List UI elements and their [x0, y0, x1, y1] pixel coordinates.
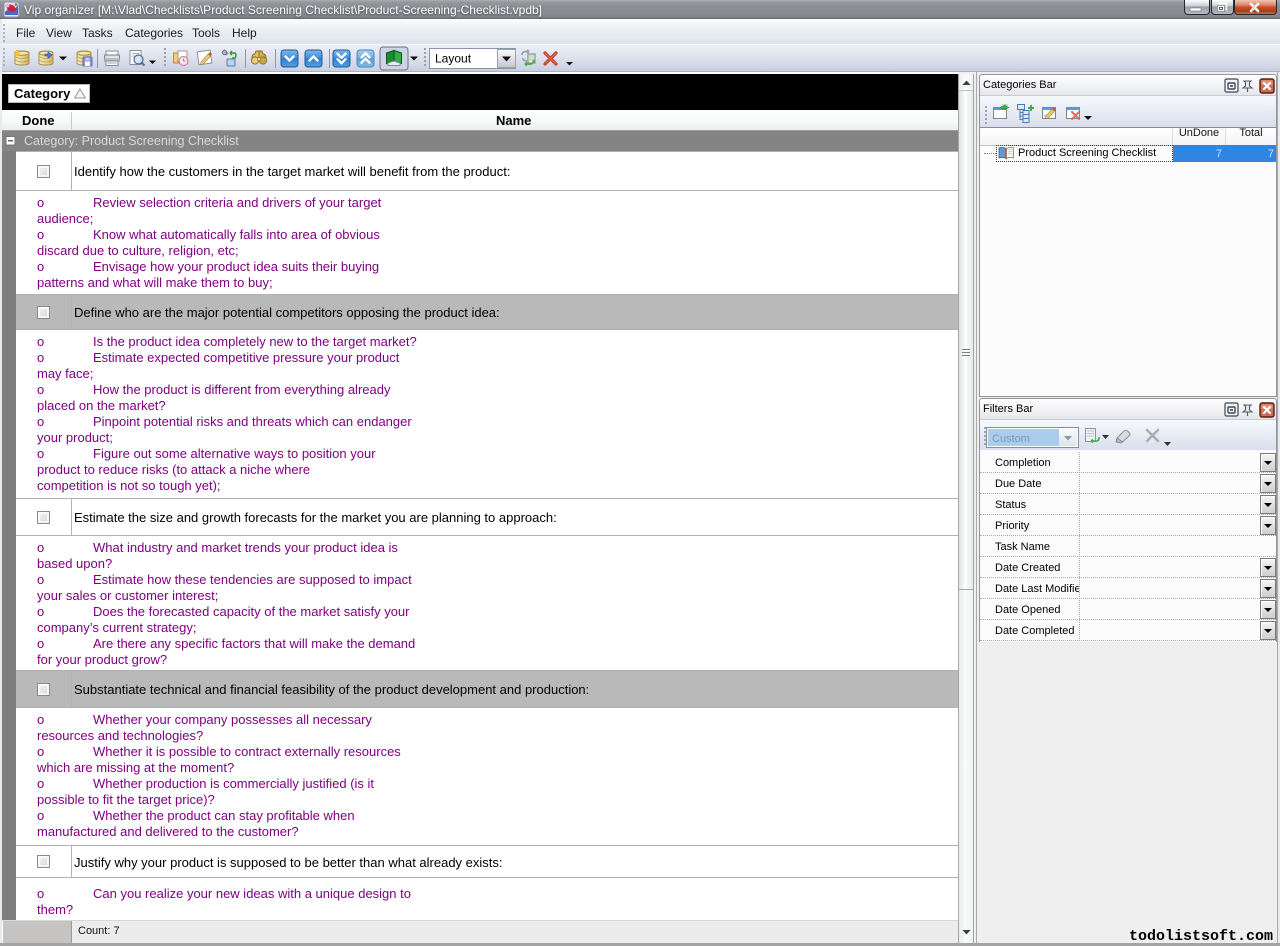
svg-text:Layout: Layout — [435, 52, 472, 66]
